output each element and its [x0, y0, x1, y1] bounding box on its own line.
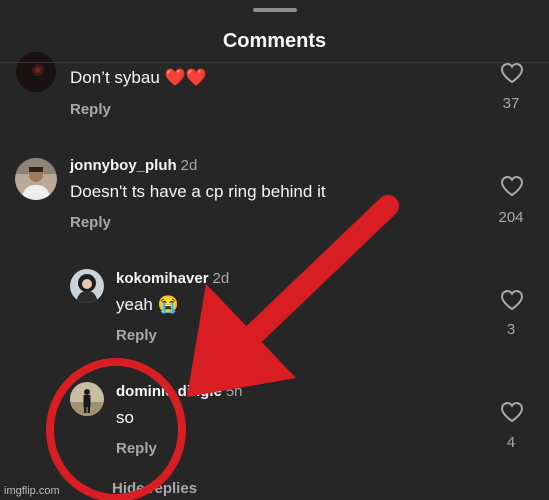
- comment-time: 5h: [225, 383, 243, 400]
- comment-text: so: [116, 408, 134, 427]
- comment-text: Doesn't ts have a cp ring behind it: [70, 182, 326, 201]
- watermark: imgflip.com: [4, 485, 60, 497]
- girl-avatar-icon: [70, 269, 104, 303]
- like-count: 37: [502, 95, 520, 112]
- dark-avatar-icon: [16, 52, 56, 92]
- hide-replies-button[interactable]: Hide replies: [112, 480, 197, 497]
- avatar[interactable]: [15, 158, 57, 200]
- username-label[interactable]: jonnyboy_pluh: [70, 157, 177, 174]
- comment-username[interactable]: jonnyboy_pluh 2d: [70, 157, 197, 174]
- comment-item: jonnyboy_pluh 2d Doesn't ts have a cp rin…: [0, 150, 549, 250]
- reply-item: kokomihaver 2d yeah 😭 Reply 3: [0, 263, 549, 363]
- reply-button[interactable]: Reply: [116, 327, 157, 344]
- comment-username[interactable]: dominic.dingle 5h: [116, 383, 243, 400]
- reply-button[interactable]: Reply: [116, 440, 157, 457]
- reply-button[interactable]: Reply: [70, 101, 111, 118]
- heart-icon[interactable]: [500, 289, 524, 311]
- like-count: 204: [498, 209, 524, 226]
- comment-username[interactable]: kokomihaver 2d: [116, 270, 229, 287]
- reply-item: dominic.dingle 5h so Reply 4: [0, 376, 549, 476]
- comment-item: Don’t sybau ❤️❤️ Reply 37: [0, 0, 549, 118]
- heart-icon[interactable]: [500, 62, 524, 84]
- comment-text: yeah 😭: [116, 295, 179, 314]
- heart-icon[interactable]: [500, 401, 524, 423]
- like-count: 3: [506, 321, 516, 338]
- username-label[interactable]: dominic.dingle: [116, 383, 222, 400]
- username-label[interactable]: kokomihaver: [116, 270, 209, 287]
- comment-time: 2d: [212, 270, 230, 287]
- header-divider: [0, 62, 549, 63]
- heart-icon[interactable]: [500, 175, 524, 197]
- figure-avatar-icon: [70, 382, 104, 416]
- like-count: 4: [506, 434, 516, 451]
- comments-sheet: Comments Don’t sybau ❤️❤️ Reply 37 jonny…: [0, 0, 549, 500]
- avatar[interactable]: [16, 52, 56, 92]
- comment-text: Don’t sybau ❤️❤️: [70, 68, 207, 87]
- avatar[interactable]: [70, 382, 104, 416]
- avatar[interactable]: [70, 269, 104, 303]
- reply-button[interactable]: Reply: [70, 214, 111, 231]
- man-avatar-icon: [15, 158, 57, 200]
- comment-time: 2d: [180, 157, 198, 174]
